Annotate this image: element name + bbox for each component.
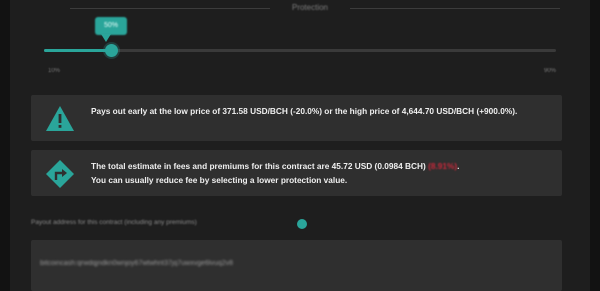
tooltip-arrow — [101, 34, 111, 42]
fee-info-card: The total estimate in fees and premiums … — [31, 150, 562, 196]
fee-info-text: The total estimate in fees and premiums … — [91, 159, 553, 187]
payout-address-field[interactable]: bitcoincash:qrwdqjndkn0wnjoy67wtwhnt37jq… — [31, 240, 562, 291]
fee-hint-text: You can usually reduce fee by selecting … — [91, 175, 348, 185]
divider-right — [350, 8, 560, 9]
help-icon[interactable] — [297, 219, 307, 229]
direction-sign-icon — [46, 160, 74, 188]
payout-address-label: Payout address for this contract (includ… — [31, 219, 197, 226]
protection-panel: Protection 50% 10% 90% Pays out early at… — [10, 0, 590, 291]
slider-value-tooltip: 50% — [95, 17, 127, 35]
warning-icon — [46, 106, 74, 131]
payout-info-card: Pays out early at the low price of 371.5… — [31, 95, 562, 141]
slider-min-label: 10% — [48, 68, 61, 74]
slider-max-label: 90% — [543, 68, 556, 74]
section-title: Protection — [291, 3, 329, 12]
slider-track[interactable] — [44, 49, 556, 52]
slider-thumb[interactable] — [105, 44, 118, 57]
fee-estimate-text: The total estimate in fees and premiums … — [91, 161, 426, 171]
slider-fill — [44, 49, 111, 52]
fee-period: . — [457, 161, 460, 171]
divider-left — [70, 8, 270, 9]
protection-slider[interactable]: 50% 10% 90% — [44, 14, 556, 84]
payout-address-value[interactable]: bitcoincash:qrwdqjndkn0wnjoy67wtwhnt37jq… — [40, 260, 233, 267]
fee-percent: (8.91%) — [428, 161, 458, 171]
payout-info-text: Pays out early at the low price of 371.5… — [91, 106, 518, 116]
